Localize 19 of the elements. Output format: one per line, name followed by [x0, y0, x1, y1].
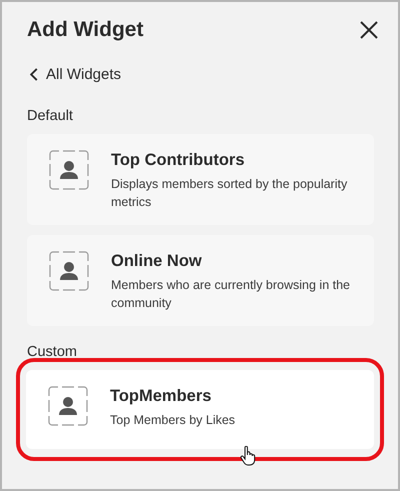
chevron-left-icon [30, 68, 38, 81]
member-placeholder-icon [49, 251, 89, 291]
widget-card[interactable]: Online Now Members who are currently browsing in the community [27, 235, 374, 326]
member-placeholder-icon [48, 386, 88, 426]
widget-name: Top Contributors [111, 151, 246, 170]
close-button[interactable] [358, 19, 380, 41]
widget-card[interactable]: Top Contributors Displays members sorted by the popularity metrics [27, 134, 374, 225]
widget-description: Members who are currently browsing in the community [111, 277, 351, 312]
member-placeholder-icon [49, 150, 89, 190]
widget-name: Online Now [111, 252, 203, 271]
section-heading: Custom [27, 344, 78, 360]
widget-description: Top Members by Likes [110, 412, 236, 429]
widget-name: TopMembers [110, 387, 212, 406]
widget-card[interactable]: TopMembers Top Members by Likes [26, 370, 374, 449]
back-link[interactable]: All Widgets [30, 66, 122, 83]
section-heading: Default [27, 108, 74, 124]
widget-description: Displays members sorted by the popularity metrics [111, 176, 348, 211]
dialog-title: Add Widget [27, 18, 144, 42]
hand-cursor-icon [240, 446, 256, 466]
